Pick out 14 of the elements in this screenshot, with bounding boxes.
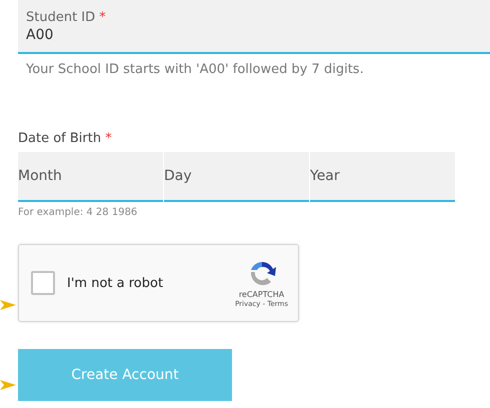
date-input-field[interactable]: Month	[18, 152, 163, 202]
date-example-text: For example: 4 28 1986	[18, 207, 138, 218]
date-input-field[interactable]: Year	[310, 152, 455, 202]
date-of-birth-label: Date of Birth *	[18, 131, 113, 146]
student-id-value[interactable]: A00	[26, 26, 226, 42]
captcha-brand-text: reCAPTCHA	[238, 290, 284, 298]
captcha-label: I'm not a robot	[67, 276, 164, 290]
captcha-checkbox[interactable]	[31, 271, 55, 295]
student-id-field[interactable]: Student ID * A00	[18, 0, 490, 54]
pointer-arrow-icon	[0, 298, 16, 312]
student-id-label: Student ID *	[26, 10, 107, 24]
student-id-help-text: Your School ID starts with 'A00' followed by 7 digits.	[26, 62, 365, 77]
date-input-field[interactable]: Day	[164, 152, 309, 202]
pointer-arrow-icon	[0, 378, 16, 392]
